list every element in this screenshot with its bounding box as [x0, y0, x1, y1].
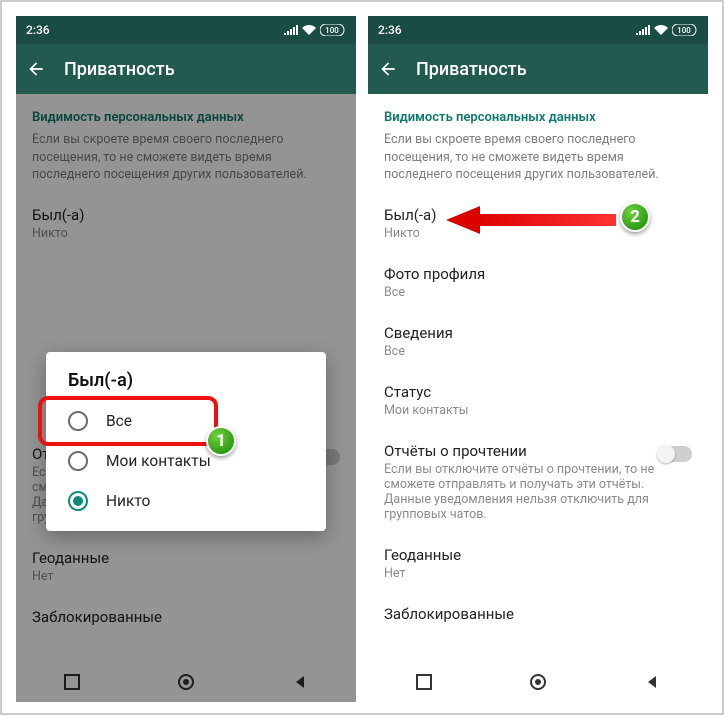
item-geo-title: Геоданные — [384, 546, 692, 564]
status-bar: 2:36 100 — [16, 16, 356, 44]
item-about-sub: Все — [384, 344, 692, 359]
dialog-lastseen: Был(-а) Все Мои контакты Никто — [46, 352, 326, 531]
nav-bar — [16, 662, 356, 702]
item-geo-sub: Нет — [384, 566, 692, 581]
back-icon[interactable] — [26, 59, 46, 79]
item-read-sub: Если вы отключите отчёты о прочтении, то… — [384, 462, 658, 522]
item-status-title: Статус — [384, 383, 692, 401]
signal-icon — [636, 25, 650, 35]
app-bar-title: Приватность — [64, 59, 175, 80]
status-time: 2:36 — [26, 23, 50, 37]
signal-icon — [284, 25, 298, 35]
item-about-title: Сведения — [384, 324, 692, 342]
wifi-icon — [302, 25, 316, 35]
battery-icon: 100 — [320, 24, 346, 36]
status-icons: 100 — [636, 24, 698, 36]
radio-contacts-label: Мои контакты — [106, 452, 211, 470]
section-title: Видимость персональных данных — [368, 94, 708, 131]
radio-contacts[interactable]: Мои контакты — [46, 441, 326, 481]
callout-1: 1 — [206, 426, 236, 456]
item-photo[interactable]: Фото профиля Все — [368, 253, 708, 312]
section-desc: Если вы скроете время своего последнего … — [368, 131, 708, 194]
item-about[interactable]: Сведения Все — [368, 312, 708, 371]
radio-nobody-label: Никто — [106, 492, 150, 510]
content-left: Видимость персональных данных Если вы ск… — [16, 94, 356, 662]
dialog-title: Был(-а) — [46, 370, 326, 401]
nav-home-icon[interactable] — [177, 673, 195, 691]
radio-nobody[interactable]: Никто — [46, 481, 326, 521]
nav-recent-icon[interactable] — [64, 674, 80, 690]
status-time: 2:36 — [378, 23, 402, 37]
nav-back-icon[interactable] — [292, 674, 308, 690]
svg-text:100: 100 — [677, 26, 691, 35]
item-read-receipts[interactable]: Отчёты о прочтении Если вы отключите отч… — [368, 430, 708, 534]
read-receipts-toggle[interactable] — [658, 446, 692, 462]
radio-icon — [68, 451, 88, 471]
item-blocked-title: Заблокированные — [384, 605, 692, 623]
item-photo-sub: Все — [384, 285, 692, 300]
nav-home-icon[interactable] — [529, 673, 547, 691]
radio-icon — [68, 411, 88, 431]
item-geo[interactable]: Геоданные Нет — [368, 534, 708, 593]
item-status-sub: Мои контакты — [384, 403, 692, 418]
nav-recent-icon[interactable] — [416, 674, 432, 690]
app-bar-title: Приватность — [416, 59, 527, 80]
callout-2: 2 — [620, 202, 650, 232]
item-photo-title: Фото профиля — [384, 265, 692, 283]
radio-icon-selected — [68, 491, 88, 511]
back-icon[interactable] — [378, 59, 398, 79]
status-bar: 2:36 100 — [368, 16, 708, 44]
item-read-title: Отчёты о прочтении — [384, 442, 658, 460]
item-status[interactable]: Статус Мои контакты — [368, 371, 708, 430]
phone-right: 2:36 100 Приватность Видимость персональ… — [368, 16, 708, 702]
status-icons: 100 — [284, 24, 346, 36]
radio-everyone-label: Все — [106, 412, 132, 430]
nav-back-icon[interactable] — [644, 674, 660, 690]
app-bar: Приватность — [368, 44, 708, 94]
item-lastseen[interactable]: Был(-а) Никто — [368, 194, 708, 253]
battery-icon: 100 — [672, 24, 698, 36]
app-bar: Приватность — [16, 44, 356, 94]
svg-text:100: 100 — [325, 26, 339, 35]
item-blocked[interactable]: Заблокированные — [368, 593, 708, 635]
nav-bar — [368, 662, 708, 702]
item-lastseen-sub: Никто — [384, 226, 692, 241]
radio-everyone[interactable]: Все — [46, 401, 326, 441]
content-right: Видимость персональных данных Если вы ск… — [368, 94, 708, 662]
wifi-icon — [654, 25, 668, 35]
phone-left: 2:36 100 Приватность Видимость персональ… — [16, 16, 356, 702]
